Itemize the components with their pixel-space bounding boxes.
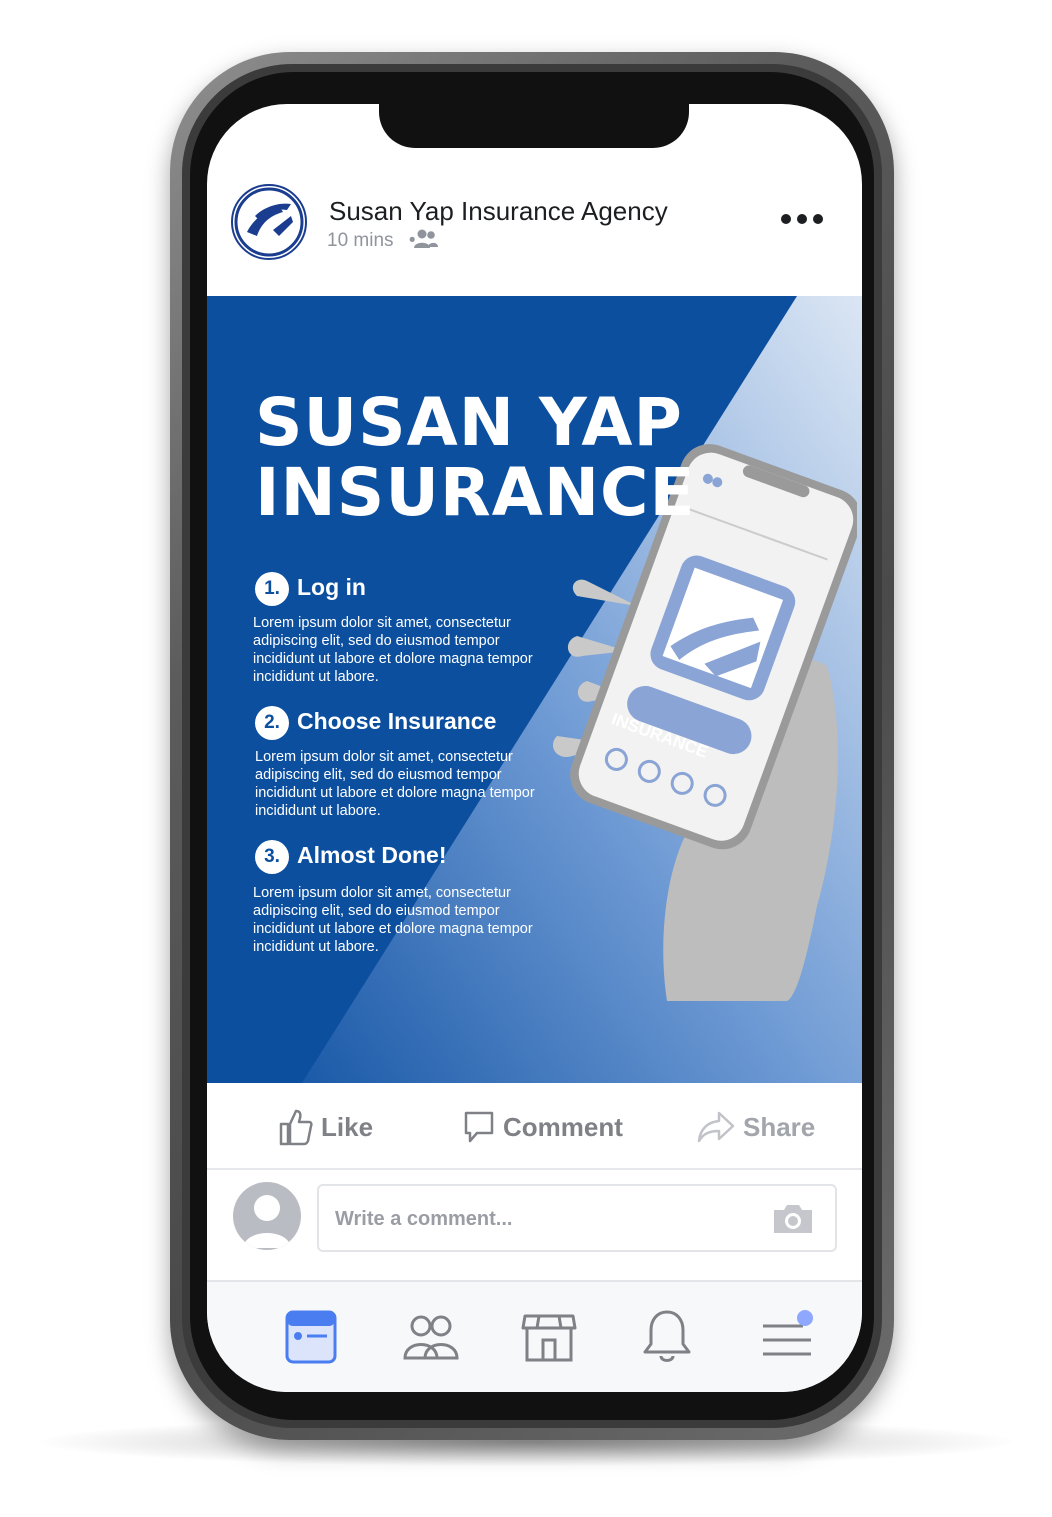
step-1-title: Log in [297, 574, 366, 600]
actions-divider [207, 1168, 862, 1170]
post-timestamp: 10 mins • [327, 230, 415, 252]
share-arrow-icon [697, 1111, 735, 1143]
nav-notifications[interactable] [635, 1306, 699, 1370]
phone-notch [379, 104, 689, 148]
friends-icon [403, 1315, 459, 1360]
comment-placeholder: Write a comment... [335, 1208, 513, 1230]
nav-friends[interactable] [399, 1306, 463, 1370]
comment-label: Comment [503, 1111, 623, 1142]
comment-bubble-icon [464, 1111, 494, 1143]
page-logo-avatar[interactable] [231, 184, 307, 260]
like-label: Like [321, 1111, 374, 1142]
step-2-title: Choose Insurance [297, 708, 497, 734]
step-3-title: Almost Done! [297, 842, 447, 868]
step-1-badge: 1. [255, 572, 289, 606]
step-2-body: Lorem ipsum dolor sit amet, consectetur … [255, 749, 535, 819]
menu-icon [763, 1310, 813, 1356]
sy-logo-icon [234, 187, 304, 257]
phone-screen: Susan Yap Insurance Agency 10 mins • INS… [207, 104, 862, 1392]
share-button[interactable]: Share [697, 1104, 815, 1150]
thumbs-up-icon [279, 1109, 313, 1146]
nav-marketplace[interactable] [517, 1306, 581, 1370]
comment-button[interactable]: Comment [463, 1104, 623, 1150]
step-2-badge: 2. [255, 706, 289, 740]
news-feed-icon [285, 1310, 337, 1364]
page-name[interactable]: Susan Yap Insurance Agency [329, 196, 668, 227]
headline-line-2: INSURANCE [255, 454, 696, 531]
step-3-badge: 3. [255, 840, 289, 874]
user-avatar [233, 1182, 301, 1250]
headline: SUSAN YAP INSURANCE [255, 388, 696, 528]
comment-input[interactable]: Write a comment... [317, 1184, 837, 1252]
share-label: Share [743, 1111, 816, 1142]
marketplace-icon [521, 1314, 577, 1362]
step-1-body: Lorem ipsum dolor sit amet, consectetur … [253, 615, 533, 685]
default-avatar-icon [243, 1195, 291, 1248]
nav-news-feed[interactable] [279, 1306, 343, 1370]
more-options-button[interactable] [777, 204, 827, 234]
post-time-text: 10 mins [327, 230, 394, 251]
nav-menu[interactable] [755, 1306, 819, 1370]
friends-icon [414, 229, 438, 248]
notifications-icon [643, 1310, 691, 1362]
bottom-navigation-bar [207, 1280, 862, 1392]
camera-icon[interactable] [771, 1202, 815, 1236]
step-3-body: Lorem ipsum dolor sit amet, consectetur … [253, 885, 533, 955]
headline-line-1: SUSAN YAP [255, 384, 683, 461]
like-button[interactable]: Like [279, 1104, 373, 1150]
post-image[interactable]: INSURANCE SUSAN YAP INSURANCE 1. Log in … [207, 296, 862, 1083]
